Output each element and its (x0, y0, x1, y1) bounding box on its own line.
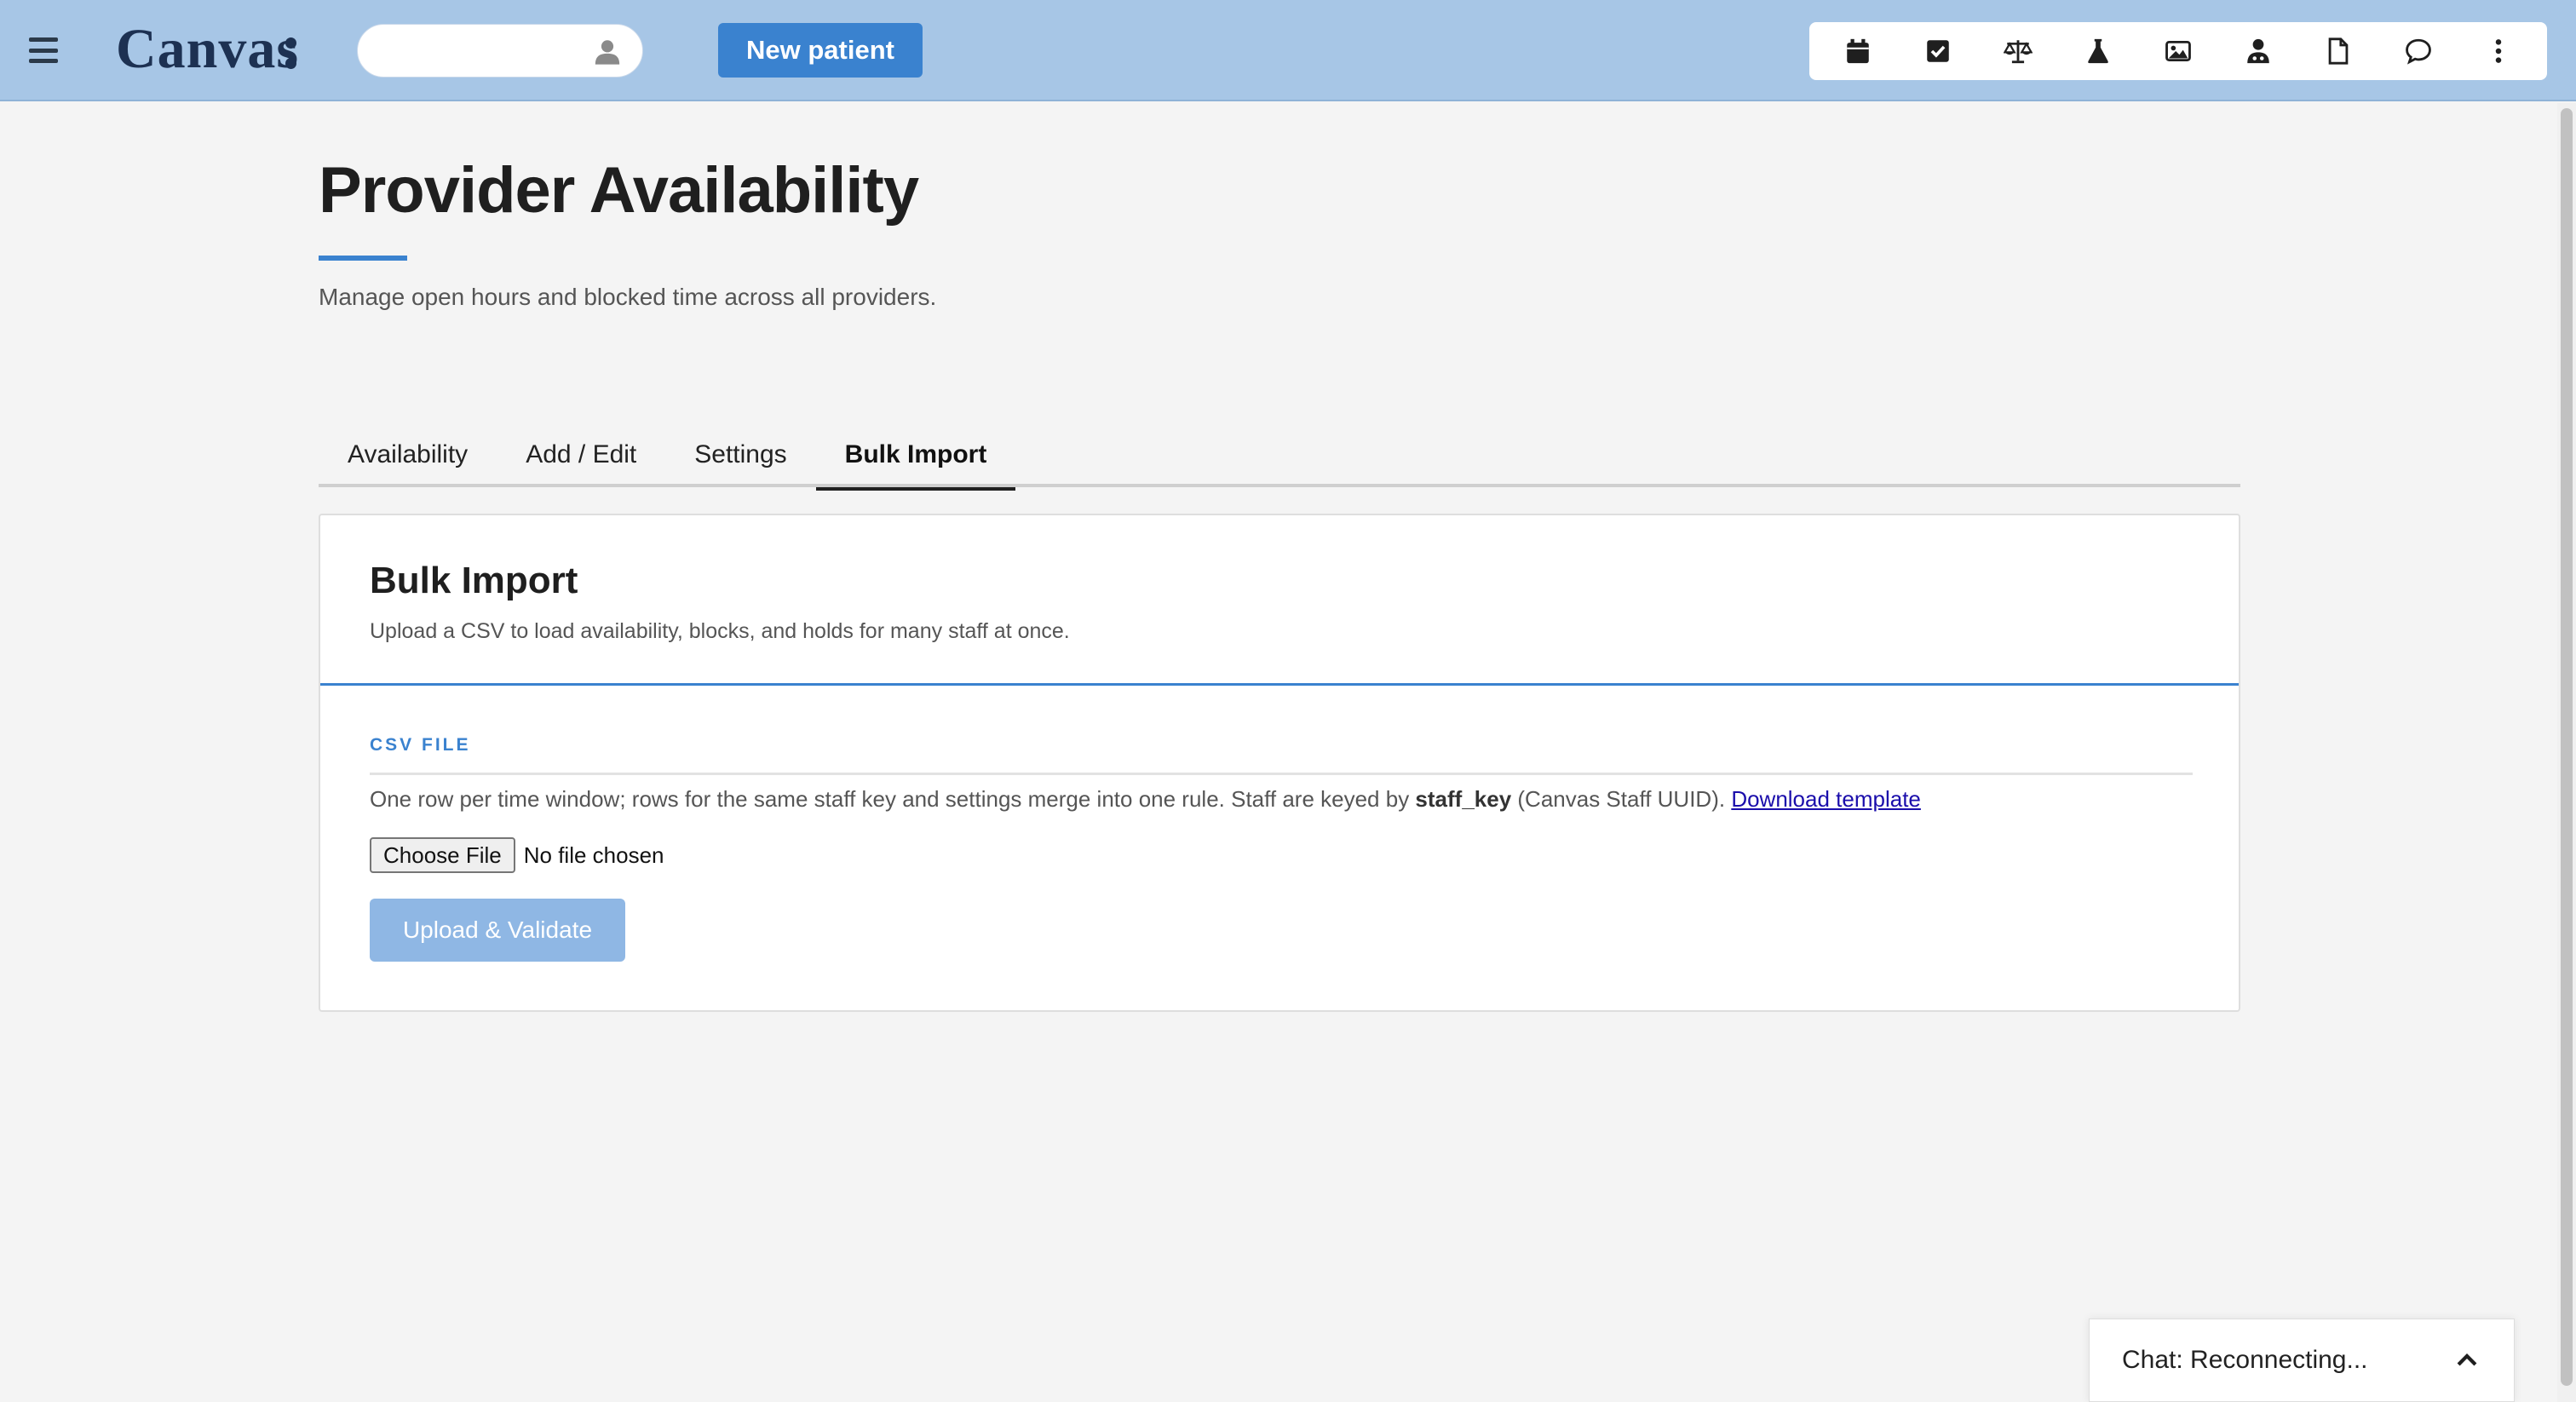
section-label: CSV FILE (370, 735, 471, 755)
file-status: No file chosen (523, 842, 664, 868)
top-bar: Canvas New patient (0, 0, 2576, 101)
page-subtitle: Manage open hours and blocked time acros… (319, 284, 937, 310)
checkbox-icon (1927, 40, 1949, 62)
bulk-import-card: Bulk Import Upload a CSV to load availab… (319, 514, 2240, 1012)
download-template-link[interactable]: Download template (1731, 786, 1921, 812)
tab-bar: Availability Add / Edit Settings Bulk Im… (319, 422, 2240, 491)
person-icon (595, 40, 620, 65)
new-patient-button[interactable]: New patient (718, 23, 923, 78)
tab-bulk-import[interactable]: Bulk Import (815, 422, 1016, 491)
staff-key-label: staff_key (1415, 786, 1512, 812)
tasks-button[interactable] (1912, 26, 1964, 77)
calendar-button[interactable] (1832, 26, 1883, 77)
page-title: Provider Availability (319, 154, 919, 227)
menu-icon[interactable] (29, 37, 58, 63)
document-icon (2328, 37, 2349, 65)
scales-button[interactable] (1992, 26, 2044, 77)
image-icon (2165, 40, 2191, 62)
scrollbar-thumb[interactable] (2561, 108, 2573, 1386)
logo-colon-mark (285, 37, 297, 70)
chat-widget[interactable]: Chat: Reconnecting... (2089, 1319, 2515, 1402)
staff-button[interactable] (2233, 26, 2284, 77)
logo[interactable]: Canvas (116, 15, 299, 83)
scales-icon (2004, 40, 2033, 64)
more-button[interactable] (2473, 26, 2524, 77)
card-header: Bulk Import Upload a CSV to load availab… (320, 515, 2239, 686)
help-text: One row per time window; rows for the sa… (370, 786, 1921, 813)
flask-icon (2088, 38, 2108, 64)
card-description: Upload a CSV to load availability, block… (370, 619, 1070, 643)
documents-button[interactable] (2313, 26, 2364, 77)
tab-add-edit[interactable]: Add / Edit (497, 422, 665, 487)
section-divider (370, 773, 2193, 775)
chat-bubble-icon (2406, 38, 2431, 65)
imaging-button[interactable] (2153, 26, 2204, 77)
choose-file-button[interactable]: Choose File (370, 837, 515, 873)
more-vertical-icon (2495, 39, 2502, 63)
scrollbar[interactable] (2557, 103, 2576, 1402)
help-text-suffix: (Canvas Staff UUID). (1511, 786, 1732, 812)
chat-status: Chat: Reconnecting... (2122, 1346, 2368, 1374)
tab-settings[interactable]: Settings (665, 422, 815, 487)
staff-icon (2247, 38, 2269, 64)
search-input[interactable] (378, 33, 583, 69)
patient-search[interactable] (357, 24, 643, 78)
card-title: Bulk Import (370, 560, 578, 601)
calendar-icon (1847, 38, 1869, 64)
help-text-prefix: One row per time window; rows for the sa… (370, 786, 1416, 812)
title-underline (319, 256, 407, 261)
tab-availability[interactable]: Availability (319, 422, 497, 487)
upload-validate-button[interactable]: Upload & Validate (370, 899, 625, 962)
labs-button[interactable] (2073, 26, 2124, 77)
toolbar (1809, 22, 2547, 80)
file-picker: Choose File No file chosen (370, 837, 664, 873)
messages-button[interactable] (2393, 26, 2444, 77)
chevron-up-icon[interactable] (2452, 1346, 2481, 1375)
